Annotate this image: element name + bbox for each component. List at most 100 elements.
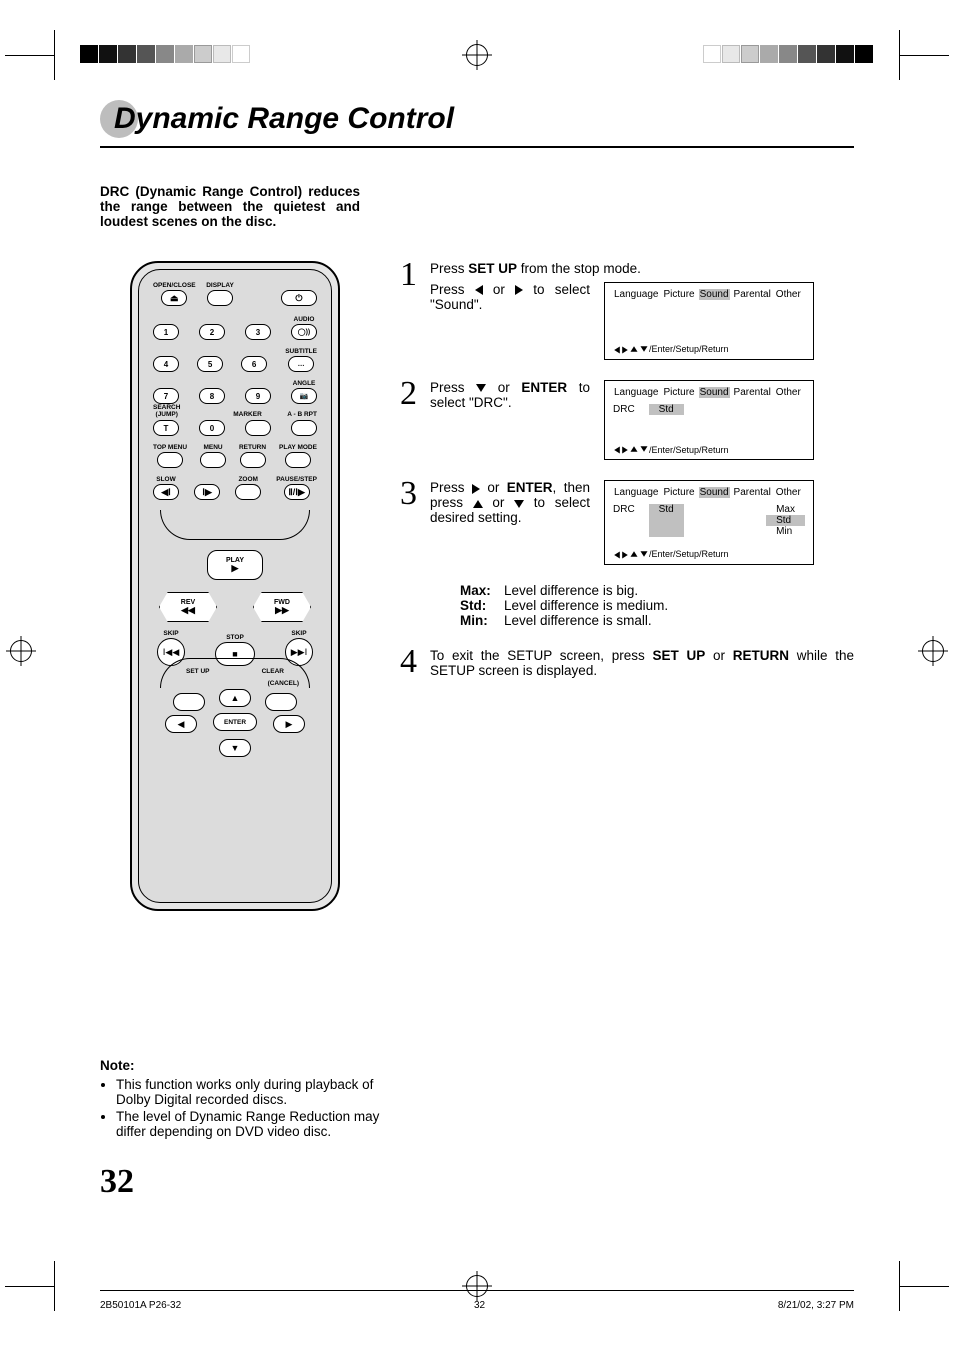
setup-button[interactable] [173, 693, 205, 711]
osd-tab: Picture [663, 487, 696, 498]
clear-label: CLEAR [262, 668, 284, 675]
left-arrow-icon [475, 285, 483, 295]
osd-tab: Parental [733, 487, 772, 498]
title-text: Dynamic Range Control [114, 102, 454, 136]
marker-label: MARKER [233, 411, 262, 418]
step-4: 4 To exit the SETUP screen, press SET UP… [400, 648, 854, 678]
note-block: Note: This function works only during pl… [100, 1058, 400, 1141]
return-button[interactable] [240, 452, 266, 468]
osd-tab-active: Sound [699, 387, 730, 398]
osd-tab-active: Sound [699, 487, 730, 498]
osd-footer: /Enter/Setup/Return [613, 549, 805, 560]
note-item: The level of Dynamic Range Reduction may… [116, 1109, 400, 1139]
num-3-button[interactable]: 3 [245, 324, 271, 340]
down-arrow-icon [476, 384, 486, 392]
rev-button[interactable]: REV◀◀ [159, 592, 217, 622]
nav-up-button[interactable]: ▲ [219, 689, 251, 707]
zoom-label: ZOOM [238, 476, 258, 483]
right-arrow-icon [515, 285, 523, 295]
stop-label: STOP [226, 634, 244, 641]
nav-right-button[interactable]: ▶ [273, 715, 305, 733]
osd-tab: Language [613, 289, 660, 300]
num-5-button[interactable]: 5 [197, 356, 223, 372]
step-2-text: Press or ENTER to select "DRC". [430, 380, 590, 410]
play-button[interactable]: PLAY▶ [207, 550, 263, 580]
osd-screen-2: Language Picture Sound Parental Other DR… [604, 380, 814, 461]
osd-tab: Other [775, 387, 802, 398]
osd-tab: Picture [663, 387, 696, 398]
menu-label: MENU [203, 444, 222, 451]
step-number: 2 [400, 380, 420, 461]
step-number: 4 [400, 648, 420, 678]
skip-prev-label: SKIP [163, 630, 178, 637]
num-1-button[interactable]: 1 [153, 324, 179, 340]
osd-tab: Picture [663, 289, 696, 300]
page-number: 32 [100, 1163, 134, 1201]
step-3: 3 Press or ENTER, then press or to selec… [400, 480, 854, 628]
skip-next-label: SKIP [291, 630, 306, 637]
osd-value: Std [649, 504, 684, 537]
audio-label: AUDIO [294, 316, 315, 323]
def-val: Level difference is small. [504, 613, 652, 628]
angle-button[interactable]: 📷 [291, 388, 317, 404]
osd-screen-3: Language Picture Sound Parental Other DR… [604, 480, 814, 565]
zoom-button[interactable] [235, 484, 261, 500]
num-4-button[interactable]: 4 [153, 356, 179, 372]
step-2: 2 Press or ENTER to select "DRC". Langua… [400, 380, 854, 461]
open-close-button[interactable]: ⏏ [161, 290, 187, 306]
marker-button[interactable] [245, 420, 271, 436]
fwd-button[interactable]: FWD▶▶ [253, 592, 311, 622]
slow-rev-button[interactable]: ◀Ⅰ [153, 484, 179, 500]
display-label: DISPLAY [206, 282, 234, 289]
menu-button[interactable] [200, 452, 226, 468]
step-1: 1 Press SET UP from the stop mode. Press… [400, 261, 854, 360]
note-heading: Note: [100, 1058, 135, 1073]
num-0-button[interactable]: 0 [199, 420, 225, 436]
side-registration-icon [10, 640, 32, 662]
num-7-button[interactable]: 7 [153, 388, 179, 404]
page: Dynamic Range Control DRC (Dynamic Range… [0, 0, 954, 1351]
power-button[interactable]: ⏻ [281, 290, 317, 306]
subtitle-button[interactable]: … [288, 356, 314, 372]
search-t-button[interactable]: T [153, 420, 179, 436]
step-3-text: Press or ENTER, then press or to select … [430, 480, 590, 525]
osd-value: Std [649, 404, 684, 415]
right-arrow-icon [472, 484, 480, 494]
osd-tab: Other [775, 289, 802, 300]
enter-button[interactable]: ENTER [213, 713, 257, 731]
nav-down-button[interactable]: ▼ [219, 739, 251, 757]
return-label: RETURN [239, 444, 266, 451]
def-key: Std: [460, 598, 498, 613]
audio-button[interactable]: ◯)) [291, 324, 317, 340]
page-title: Dynamic Range Control [100, 100, 854, 156]
osd-tab-active: Sound [699, 289, 730, 300]
num-9-button[interactable]: 9 [245, 388, 271, 404]
remote-illustration: OPEN/CLOSE⏏ DISPLAY ⏻ 1 2 3 [130, 261, 340, 911]
slow-fwd-button[interactable]: Ⅰ▶ [194, 484, 220, 500]
play-mode-button[interactable] [285, 452, 311, 468]
nav-left-button[interactable]: ◀ [165, 715, 197, 733]
osd-footer: /Enter/Setup/Return [613, 445, 805, 456]
setup-label: SET UP [186, 668, 209, 675]
osd-option-selected: Std [766, 515, 805, 526]
def-val: Level difference is medium. [504, 598, 668, 613]
ab-rpt-button[interactable] [291, 420, 317, 436]
open-close-label: OPEN/CLOSE [153, 282, 196, 289]
step-number: 1 [400, 261, 420, 360]
abrpt-label: A - B RPT [287, 411, 317, 418]
play-mode-label: PLAY MODE [279, 444, 317, 451]
top-menu-button[interactable] [157, 452, 183, 468]
top-menu-label: TOP MENU [153, 444, 187, 451]
num-6-button[interactable]: 6 [241, 356, 267, 372]
registration-target-icon [466, 1275, 488, 1297]
up-arrow-icon [473, 500, 483, 508]
num-2-button[interactable]: 2 [199, 324, 225, 340]
display-button[interactable] [207, 290, 233, 306]
pause-step-button[interactable]: Ⅱ/Ⅰ▶ [284, 484, 310, 500]
note-item: This function works only during playback… [116, 1077, 400, 1107]
clear-button[interactable] [265, 693, 297, 711]
step-4-text: To exit the SETUP screen, press [430, 648, 653, 663]
num-8-button[interactable]: 8 [199, 388, 225, 404]
down-arrow-icon [514, 500, 524, 508]
definitions: Max:Level difference is big. Std:Level d… [460, 583, 854, 628]
